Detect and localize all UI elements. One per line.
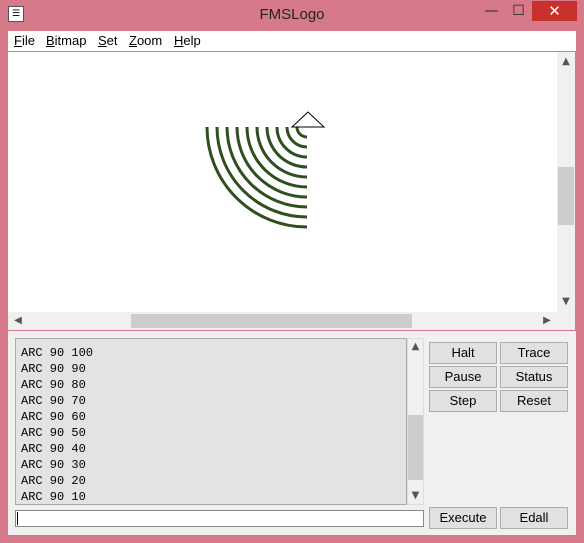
command-history-list[interactable]: ARC 90 100 ARC 90 90 ARC 90 80 ARC 90 70 ARC… (15, 338, 407, 505)
scroll-down-icon[interactable]: ▼ (558, 294, 574, 310)
scroll-left-icon[interactable]: ◀ (10, 313, 26, 329)
menu-accel: S (98, 33, 107, 48)
turtle-triangle-icon (290, 111, 326, 128)
history-line[interactable]: ARC 90 40 (21, 441, 93, 457)
horizontal-scroll-thumb[interactable] (131, 314, 412, 328)
history-line[interactable]: ARC 90 70 (21, 393, 93, 409)
menu-help[interactable]: Help (174, 31, 201, 51)
edall-button[interactable]: Edall (500, 507, 568, 529)
history-line[interactable]: ARC 90 90 (21, 361, 93, 377)
history-line[interactable]: ARC 90 100 (21, 345, 93, 361)
history-scroll-thumb[interactable] (408, 415, 423, 480)
menu-set[interactable]: Set (98, 31, 118, 51)
pause-button[interactable]: Pause (429, 366, 497, 388)
scroll-corner (557, 312, 575, 330)
menu-accel: F (14, 33, 22, 48)
menu-file[interactable]: File (14, 31, 35, 51)
arc-group (205, 126, 308, 229)
history-scroll-up-icon[interactable]: ▲ (408, 340, 423, 354)
menu-accel: H (174, 33, 184, 48)
menu-bitmap[interactable]: Bitmap (46, 31, 86, 51)
history-line[interactable]: ARC 90 80 (21, 377, 93, 393)
menu-label: ile (21, 33, 35, 48)
scroll-right-icon[interactable]: ▶ (539, 313, 555, 329)
reset-button[interactable]: Reset (500, 390, 568, 412)
canvas-horizontal-scrollbar[interactable]: ◀ ▶ (8, 312, 559, 330)
menu-bar: File Bitmap Set Zoom Help (8, 31, 576, 51)
canvas-drawing (205, 111, 326, 229)
menu-label: oom (136, 33, 163, 48)
minimize-button[interactable]: — (478, 1, 505, 21)
canvas-vertical-scrollbar[interactable]: ▲ ▼ (557, 52, 575, 312)
menu-label: elp (183, 33, 201, 48)
close-button[interactable]: ✕ (532, 1, 577, 21)
menu-label: et (106, 33, 118, 48)
maximize-button[interactable]: ☐ (505, 1, 532, 21)
scroll-up-icon[interactable]: ▲ (558, 54, 574, 70)
drawing-canvas[interactable] (8, 52, 559, 312)
menu-accel: B (46, 33, 55, 48)
history-line[interactable]: ARC 90 10 (21, 489, 93, 504)
trace-button[interactable]: Trace (500, 342, 568, 364)
menu-accel: Z (129, 33, 137, 48)
text-caret (17, 512, 18, 525)
history-line[interactable]: ARC 90 50 (21, 425, 93, 441)
history-line[interactable]: ARC 90 20 (21, 473, 93, 489)
history-line[interactable]: ARC 90 60 (21, 409, 93, 425)
history-line[interactable]: ARC 90 30 (21, 457, 93, 473)
status-button[interactable]: Status (500, 366, 568, 388)
vertical-scroll-thumb[interactable] (558, 167, 574, 225)
menu-zoom[interactable]: Zoom (129, 31, 162, 51)
step-button[interactable]: Step (429, 390, 497, 412)
command-input[interactable] (15, 510, 424, 527)
history-scroll-down-icon[interactable]: ▼ (408, 489, 423, 503)
drawn-arc (295, 126, 308, 139)
execute-button[interactable]: Execute (429, 507, 497, 529)
menu-label: itmap (54, 33, 87, 48)
halt-button[interactable]: Halt (429, 342, 497, 364)
